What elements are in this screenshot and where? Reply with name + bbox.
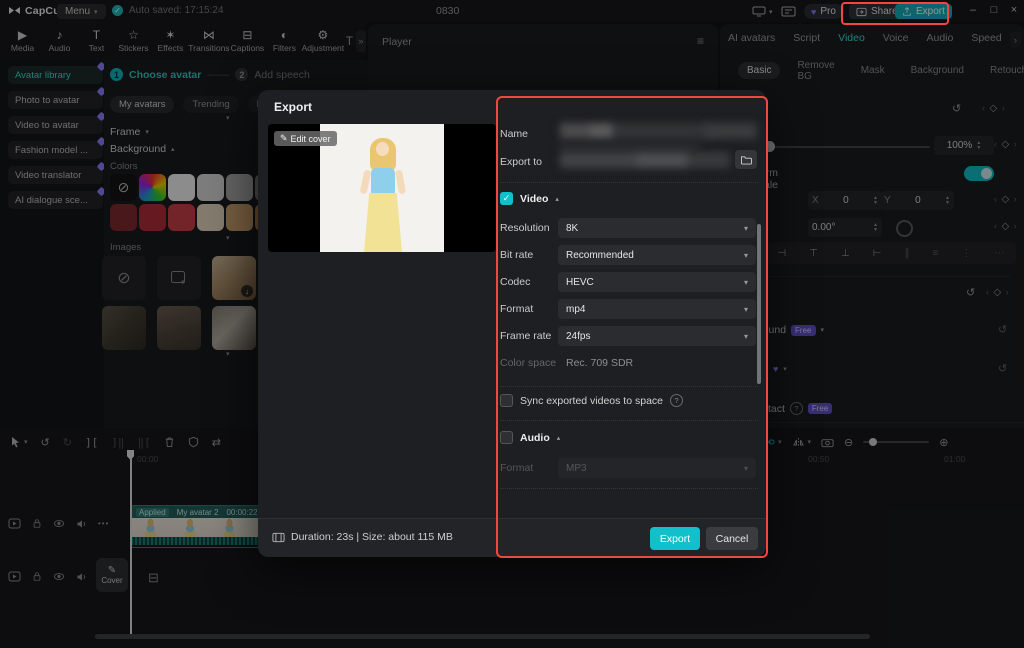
dialog-footer: Duration: 23s | Size: about 115 MB Expor… — [258, 518, 766, 557]
resolution-value: 8K — [566, 223, 578, 234]
chevron-down-icon: ▾ — [744, 305, 748, 314]
export-dialog: Export ✎ Edit cover Name Export to — [258, 90, 766, 556]
chevron-down-icon: ▾ — [744, 251, 748, 260]
chevron-down-icon: ▾ — [744, 464, 748, 473]
codec-label: Codec — [500, 276, 530, 288]
chevron-up-icon: ▴ — [555, 195, 559, 203]
audio-section-label: Audio — [520, 432, 550, 444]
browse-folder-button[interactable] — [735, 150, 757, 169]
export-preview: ✎ Edit cover — [268, 124, 496, 252]
video-section-header[interactable]: ✓ Video ▴ — [500, 192, 559, 205]
format-value: mp4 — [566, 304, 585, 315]
sync-checkbox[interactable] — [500, 394, 513, 407]
cancel-button[interactable]: Cancel — [706, 527, 758, 550]
sync-label: Sync exported videos to space — [520, 395, 663, 407]
chevron-down-icon: ▾ — [744, 224, 748, 233]
color-space-value: Rec. 709 SDR — [566, 357, 633, 369]
audio-format-label: Format — [500, 462, 533, 474]
help-icon: ? — [670, 394, 683, 407]
name-label: Name — [500, 128, 528, 140]
export-confirm-button[interactable]: Export — [650, 527, 700, 550]
bitrate-value: Recommended — [566, 250, 634, 261]
format-select[interactable]: mp4 ▾ — [558, 299, 756, 319]
name-value-redacted — [705, 123, 757, 139]
framerate-label: Frame rate — [500, 330, 551, 342]
dialog-scrollbar[interactable] — [757, 224, 761, 384]
framerate-value: 24fps — [566, 331, 590, 342]
audio-section-header[interactable]: Audio ▴ — [500, 431, 560, 444]
export-to-label: Export to — [500, 156, 542, 168]
avatar-skirt — [364, 193, 402, 252]
resolution-select[interactable]: 8K ▾ — [558, 218, 756, 238]
chevron-up-icon: ▴ — [557, 434, 561, 442]
sync-to-space-row[interactable]: Sync exported videos to space ? — [500, 394, 683, 407]
framerate-select[interactable]: 24fps ▾ — [558, 326, 756, 346]
export-path-redacted[interactable] — [560, 152, 730, 168]
folder-icon — [740, 155, 752, 165]
codec-value: HEVC — [566, 277, 594, 288]
name-subtext-redacted — [560, 142, 700, 151]
name-value-redacted[interactable] — [560, 123, 710, 139]
preview-video-frame — [320, 124, 444, 252]
bitrate-select[interactable]: Recommended ▾ — [558, 245, 756, 265]
avatar-arm — [360, 170, 372, 195]
audio-format-value: MP3 — [566, 463, 587, 474]
avatar-face — [376, 142, 389, 156]
dialog-title: Export — [274, 100, 312, 114]
avatar-arm — [395, 170, 406, 195]
duration-size-text: Duration: 23s | Size: about 115 MB — [291, 531, 453, 543]
film-icon — [272, 532, 285, 543]
codec-select[interactable]: HEVC ▾ — [558, 272, 756, 292]
chevron-down-icon: ▾ — [744, 332, 748, 341]
format-label: Format — [500, 303, 533, 315]
chevron-down-icon: ▾ — [744, 278, 748, 287]
audio-format-select: MP3 ▾ — [558, 458, 756, 478]
avatar-top — [371, 168, 395, 194]
export-summary: Duration: 23s | Size: about 115 MB — [272, 531, 453, 543]
color-space-label: Color space — [500, 357, 556, 369]
video-checkbox[interactable]: ✓ — [500, 192, 513, 205]
bitrate-label: Bit rate — [500, 249, 533, 261]
edit-cover-button[interactable]: ✎ Edit cover — [274, 131, 337, 146]
audio-checkbox[interactable] — [500, 431, 513, 444]
resolution-label: Resolution — [500, 222, 550, 234]
capcut-app-window: CapCut Menu ▾ ✓ Auto saved: 17:15:24 083… — [0, 0, 1024, 648]
pencil-icon: ✎ — [280, 133, 288, 144]
